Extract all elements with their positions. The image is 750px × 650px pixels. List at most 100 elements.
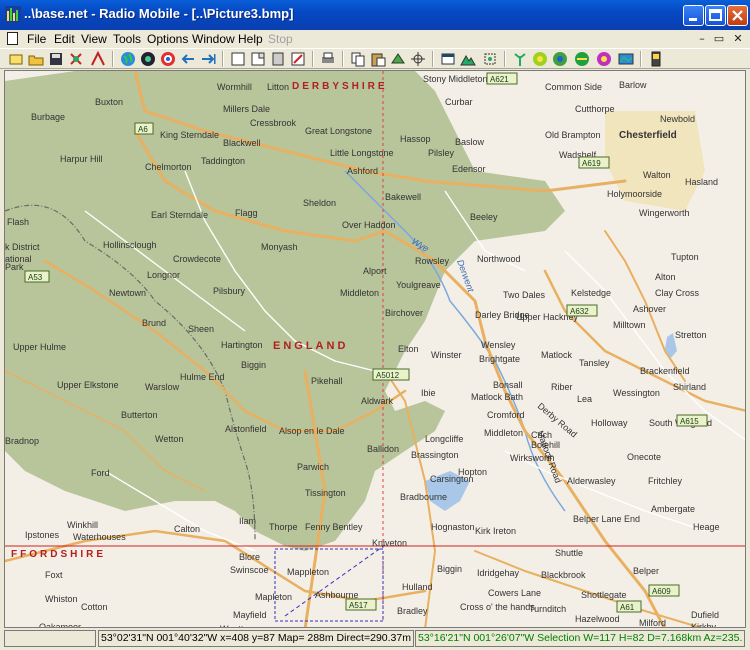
place-label: Matlock Bath	[471, 392, 523, 402]
svg-text:A621: A621	[490, 75, 509, 84]
unit-properties-icon[interactable]	[90, 51, 106, 67]
place-label: Flagg	[235, 208, 258, 218]
road-shield: A615	[676, 414, 708, 427]
polar-plot-icon[interactable]	[552, 51, 568, 67]
place-label: Brassington	[411, 450, 459, 460]
save-icon[interactable]	[48, 51, 64, 67]
road-shield: A6	[134, 122, 154, 135]
status-bar: 53°02'31"N 001°40'32"W x=408 y=87 Map= 2…	[0, 628, 750, 650]
globe-icon[interactable]	[120, 51, 136, 67]
interference-icon[interactable]	[596, 51, 612, 67]
place-label: Waterhouses	[73, 532, 126, 542]
menu-help[interactable]: Help	[238, 32, 263, 46]
arrow-left-icon[interactable]	[180, 51, 196, 67]
place-label: Wormhill	[217, 82, 252, 92]
map-picture[interactable]: Wormhill Litton Curbar Stony Middleton Commo…	[4, 70, 746, 628]
place-label: Curbar	[445, 97, 473, 107]
copy-icon[interactable]	[350, 51, 366, 67]
place-label: Riber	[551, 382, 573, 392]
crosshair-icon[interactable]	[410, 51, 426, 67]
status-cursor-position: 53°02'31"N 001°40'32"W x=408 y=87 Map= 2…	[98, 630, 414, 647]
place-label: Shuttle	[555, 548, 583, 558]
menu-file[interactable]: File	[27, 32, 46, 46]
place-label: Holymoorside	[607, 189, 662, 199]
merge-pictures-icon[interactable]	[390, 51, 406, 67]
delete-network-icon[interactable]	[68, 51, 84, 67]
place-label: Flash	[7, 217, 29, 227]
place-label: Belper	[633, 566, 659, 576]
fit-selection-icon[interactable]	[482, 51, 498, 67]
place-label: Upper Hulme	[13, 342, 66, 352]
menu-window[interactable]: Window	[192, 32, 235, 46]
radio-link-icon[interactable]	[160, 51, 176, 67]
edit-picture-icon[interactable]	[290, 51, 306, 67]
place-label: Ford	[91, 468, 110, 478]
radio-mobile-app-icon[interactable]	[5, 6, 21, 23]
minimize-button[interactable]	[683, 5, 704, 26]
menu-stop[interactable]: Stop	[268, 32, 293, 46]
menu-edit[interactable]: Edit	[54, 32, 75, 46]
paste-icon[interactable]	[370, 51, 386, 67]
place-label: Bonsall	[493, 380, 523, 390]
mdi-restore-button[interactable]: ▭	[711, 32, 727, 46]
map-canvas[interactable]: Wormhill Litton Curbar Stony Middleton Commo…	[5, 71, 746, 628]
window-icon[interactable]	[440, 51, 456, 67]
radio-coverage-icon[interactable]	[532, 51, 548, 67]
place-label: Mappleton	[287, 567, 329, 577]
place-label: Biggin	[437, 564, 462, 574]
close-button[interactable]	[727, 5, 748, 26]
place-label: Thorpe	[269, 522, 298, 532]
window-title: ..\base.net - Radio Mobile - [..\Picture…	[24, 6, 294, 21]
print-icon[interactable]	[320, 51, 336, 67]
place-label: Fenny Bentley	[305, 522, 363, 532]
document-icon[interactable]	[7, 32, 18, 45]
arrow-right-icon[interactable]	[200, 51, 216, 67]
mdi-close-button[interactable]: ✕	[730, 32, 746, 46]
region-label: DERBYSHIRE	[292, 81, 388, 92]
road-shield: A619	[578, 156, 610, 169]
place-label: Alderwasley	[567, 476, 616, 486]
mdi-minimize-button[interactable]: –	[694, 32, 710, 46]
place-label: Wingerworth	[639, 208, 690, 218]
svg-text:A61: A61	[620, 603, 635, 612]
map-properties-icon[interactable]	[140, 51, 156, 67]
place-label: Biggin	[241, 360, 266, 370]
open-folder-icon[interactable]	[28, 51, 44, 67]
menu-view[interactable]: View	[81, 32, 107, 46]
maximize-button[interactable]	[705, 5, 726, 26]
place-label: Hulme End	[180, 372, 225, 382]
svg-text:A619: A619	[582, 159, 601, 168]
menu-tools[interactable]: Tools	[113, 32, 141, 46]
menu-options[interactable]: Options	[147, 32, 188, 46]
place-label: Little Longstone	[330, 148, 394, 158]
place-label: Fritchley	[648, 476, 683, 486]
place-label: Winster	[431, 350, 462, 360]
display-icon[interactable]	[618, 51, 634, 67]
maximize-icon	[709, 9, 722, 21]
place-label: Sheen	[188, 324, 214, 334]
place-label: Newtown	[109, 288, 146, 298]
place-label: Kirk Ireton	[475, 526, 516, 536]
title-bar[interactable]: ..\base.net - Radio Mobile - [..\Picture…	[0, 0, 750, 30]
place-label: Winkhill	[67, 520, 98, 530]
new-icon[interactable]	[8, 51, 24, 67]
place-label: Heage	[693, 522, 720, 532]
place-label: Newbold	[660, 114, 695, 124]
place-label: Onecote	[627, 452, 661, 462]
place-label: Pilsbury	[213, 286, 246, 296]
terrain-icon[interactable]	[460, 51, 476, 67]
place-label: Harpur Hill	[60, 154, 103, 164]
place-label: Hognaston	[431, 522, 475, 532]
place-label: Milltown	[613, 320, 646, 330]
antenna-icon[interactable]	[512, 51, 528, 67]
phone-icon[interactable]	[648, 51, 664, 67]
cartesian-icon[interactable]	[574, 51, 590, 67]
place-label: Bradley	[397, 606, 428, 616]
region-label: FFORDSHIRE	[11, 549, 106, 560]
print-preview-icon[interactable]	[270, 51, 286, 67]
picture-icon[interactable]	[230, 51, 246, 67]
place-label: Barlow	[619, 80, 647, 90]
copy-picture-icon[interactable]	[250, 51, 266, 67]
place-label: Millers Dale	[223, 104, 270, 114]
place-label: Kniveton	[372, 538, 407, 548]
